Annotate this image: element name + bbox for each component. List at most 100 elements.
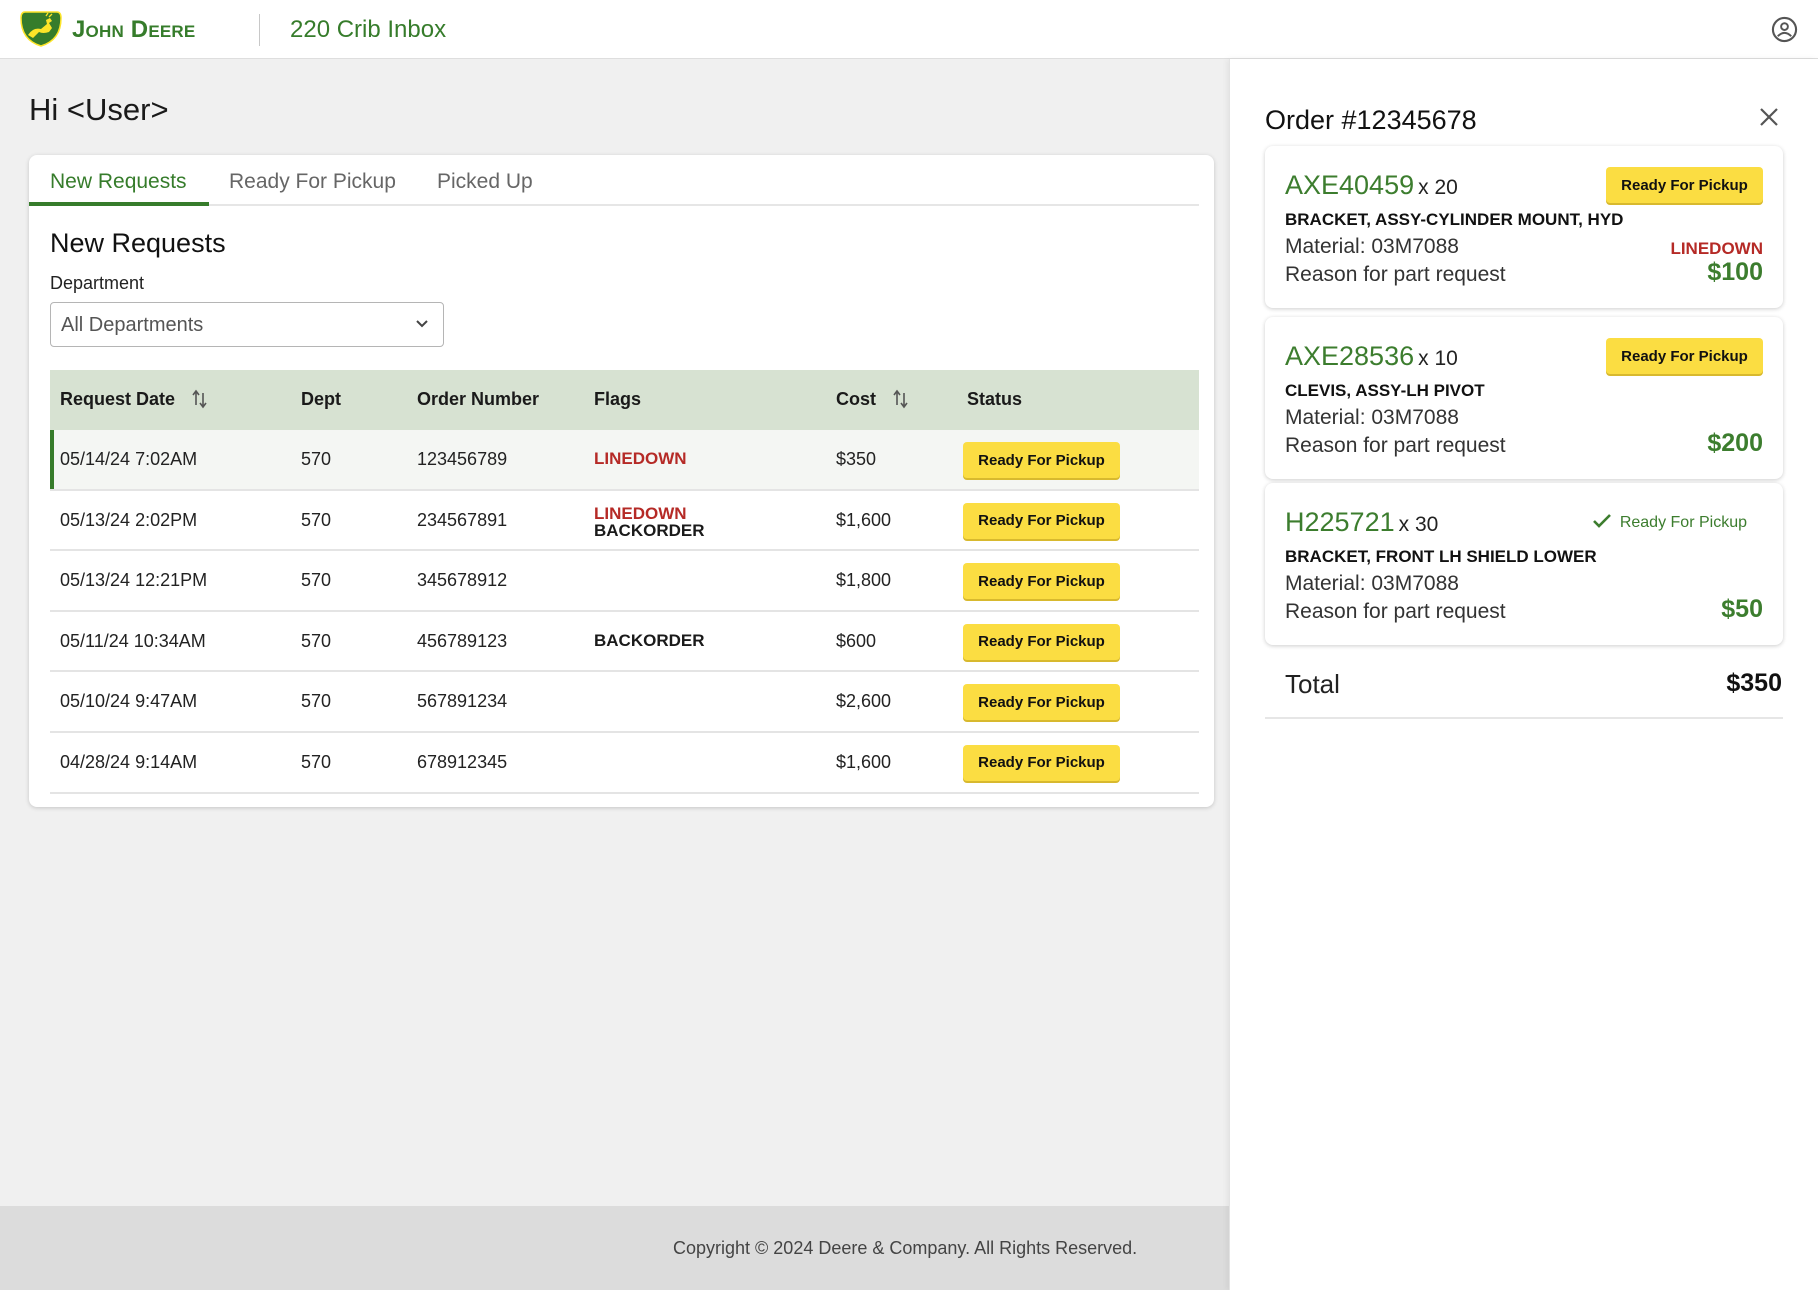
table-row[interactable]: 04/28/24 9:14AM 570 678912345 $1,600 Ready F…: [50, 733, 1199, 794]
total-divider: [1265, 717, 1783, 719]
quantity: x 30: [1398, 513, 1439, 536]
cell-cost: $350: [836, 449, 877, 469]
table-row[interactable]: 05/13/24 2:02PM 570 234567891 LINEDOWN BACKO…: [50, 491, 1199, 552]
cell-cost: $1,800: [836, 570, 892, 591]
cell-order-number: 678912345: [417, 751, 508, 772]
part-number-line: AXE28536 x 10: [1285, 341, 1458, 372]
order-title: Order #12345678: [1265, 105, 1477, 135]
cell-order-number: 345678912: [417, 570, 508, 591]
cell-request-date: 05/13/24 12:21PM: [60, 570, 208, 591]
section-title: New Requests: [50, 228, 226, 258]
active-tab-indicator: [29, 202, 209, 206]
cell-order-number: 123456789: [417, 449, 508, 469]
total-value: $350: [1726, 669, 1782, 697]
ready-for-pickup-button[interactable]: Ready For Pickup: [963, 563, 1120, 600]
header-divider: [259, 14, 260, 46]
table-body: 05/14/24 7:02AM 570 123456789 LINEDOWN $350 R…: [50, 430, 1199, 794]
part-description: CLEVIS, ASSY-LH PIVOT: [1285, 381, 1485, 400]
ready-for-pickup-button[interactable]: Ready For Pickup: [963, 442, 1120, 478]
column-header-status: Status: [967, 389, 1023, 409]
column-header-dept: Dept: [301, 389, 341, 409]
cell-dept: 570: [301, 691, 332, 712]
tab-new-requests[interactable]: New Requests: [50, 170, 187, 194]
cell-order-number: 234567891: [417, 509, 508, 530]
order-item-card: AXE40459 x 20 Ready For Pickup BRACKET, ASS…: [1265, 146, 1783, 308]
cell-request-date: 04/28/24 9:14AM: [60, 751, 198, 772]
material: Material: 03M7088: [1285, 406, 1459, 429]
tab-ready-for-pickup[interactable]: Ready For Pickup: [229, 170, 396, 194]
column-label: Request Date: [60, 389, 176, 409]
cell-dept: 570: [301, 509, 332, 530]
tab-bar: New Requests Ready For Pickup Picked Up: [29, 155, 1199, 206]
part-number: AXE40459: [1285, 170, 1415, 200]
ready-for-pickup-button[interactable]: Ready For Pickup: [963, 684, 1120, 721]
cell-cost: $2,600: [836, 691, 892, 712]
column-label: Cost: [836, 389, 876, 409]
order-item-card: AXE28536 x 10 Ready For Pickup CLEVIS, ASSY…: [1265, 317, 1783, 479]
tab-picked-up[interactable]: Picked Up: [437, 170, 533, 194]
cell-request-date: 05/10/24 9:47AM: [60, 691, 198, 712]
order-item-card: H225721 x 30 Ready For Pickup BRACKET, FRON…: [1265, 483, 1783, 645]
part-number: AXE28536: [1285, 341, 1415, 371]
cell-dept: 570: [301, 570, 332, 591]
requests-card: New Requests Ready For Pickup Picked Up …: [29, 155, 1214, 807]
material: Material: 03M7088: [1285, 235, 1459, 258]
quantity: x 10: [1418, 347, 1458, 370]
user-profile-icon[interactable]: [1771, 16, 1798, 43]
sort-icon[interactable]: [192, 389, 208, 409]
brand-name: John Deere: [72, 16, 196, 43]
sort-icon[interactable]: [893, 389, 909, 409]
table-row[interactable]: 05/13/24 12:21PM 570 345678912 $1,800 Ready …: [50, 551, 1199, 612]
column-header-request-date[interactable]: Request Date: [60, 389, 208, 410]
ready-for-pickup-button[interactable]: Ready For Pickup: [963, 623, 1120, 660]
reason: Reason for part request: [1285, 434, 1506, 457]
john-deere-logo-icon[interactable]: [19, 10, 63, 48]
chevron-down-icon: [416, 320, 428, 328]
column-header-flags: Flags: [594, 389, 642, 409]
top-bar: John Deere 220 Crib Inbox: [0, 0, 1818, 59]
table-row[interactable]: 05/11/24 10:34AM 570 456789123 BACKORDER $60…: [50, 612, 1199, 673]
footer: Copyright © 2024 Deere & Company. All Ri…: [0, 1206, 1229, 1290]
requests-table: Request Date Dept Order Number Flags Cos…: [50, 370, 1199, 794]
ready-for-pickup-button[interactable]: Ready For Pickup: [1606, 338, 1763, 374]
cell-order-number: 456789123: [417, 630, 508, 651]
cell-cost: $1,600: [836, 509, 892, 530]
item-status-label: Ready For Pickup: [1619, 514, 1747, 531]
ready-for-pickup-button[interactable]: Ready For Pickup: [1606, 167, 1763, 203]
reason: Reason for part request: [1285, 263, 1506, 286]
table-header: Request Date Dept Order Number Flags Cos…: [50, 370, 1199, 430]
greeting: Hi <User>: [29, 92, 169, 127]
close-icon[interactable]: [1758, 106, 1780, 128]
checkmark-icon: [1592, 514, 1611, 528]
material: Material: 03M7088: [1285, 572, 1459, 595]
order-detail-panel: Order #12345678 AXE40459 x 20 Ready For Pi…: [1229, 59, 1818, 1290]
item-price: $50: [1721, 595, 1763, 623]
part-description: BRACKET, ASSY-CYLINDER MOUNT, HYD: [1285, 210, 1624, 229]
copyright-text: Copyright © 2024 Deere & Company. All Ri…: [673, 1238, 1138, 1258]
part-number-line: H225721 x 30: [1285, 507, 1438, 538]
department-select[interactable]: All Departments: [50, 302, 444, 347]
flag-linedown: LINEDOWN: [594, 503, 687, 523]
column-header-cost[interactable]: Cost: [836, 389, 909, 410]
table-row[interactable]: 05/14/24 7:02AM 570 123456789 LINEDOWN $350 R…: [50, 430, 1199, 491]
cell-request-date: 05/14/24 7:02AM: [60, 449, 198, 469]
item-price: $100: [1707, 258, 1763, 286]
item-status-confirmed: Ready For Pickup: [1592, 513, 1747, 532]
flag-linedown: LINEDOWN: [1670, 239, 1763, 258]
ready-for-pickup-button[interactable]: Ready For Pickup: [963, 502, 1120, 539]
department-select-value: All Departments: [61, 314, 204, 336]
cell-cost: $600: [836, 630, 877, 651]
cell-request-date: 05/11/24 10:34AM: [60, 630, 206, 651]
cell-dept: 570: [301, 449, 332, 469]
flag-backorder: BACKORDER: [594, 630, 705, 650]
item-price: $200: [1707, 429, 1763, 457]
total-label: Total: [1285, 669, 1340, 699]
ready-for-pickup-button[interactable]: Ready For Pickup: [963, 744, 1120, 781]
part-number: H225721: [1285, 507, 1395, 537]
cell-flags: BACKORDER: [594, 632, 705, 649]
cell-dept: 570: [301, 751, 332, 772]
cell-request-date: 05/13/24 2:02PM: [60, 509, 198, 530]
cell-order-number: 567891234: [417, 691, 508, 712]
table-row[interactable]: 05/10/24 9:47AM 570 567891234 $2,600 Ready F…: [50, 672, 1199, 733]
reason: Reason for part request: [1285, 600, 1506, 623]
